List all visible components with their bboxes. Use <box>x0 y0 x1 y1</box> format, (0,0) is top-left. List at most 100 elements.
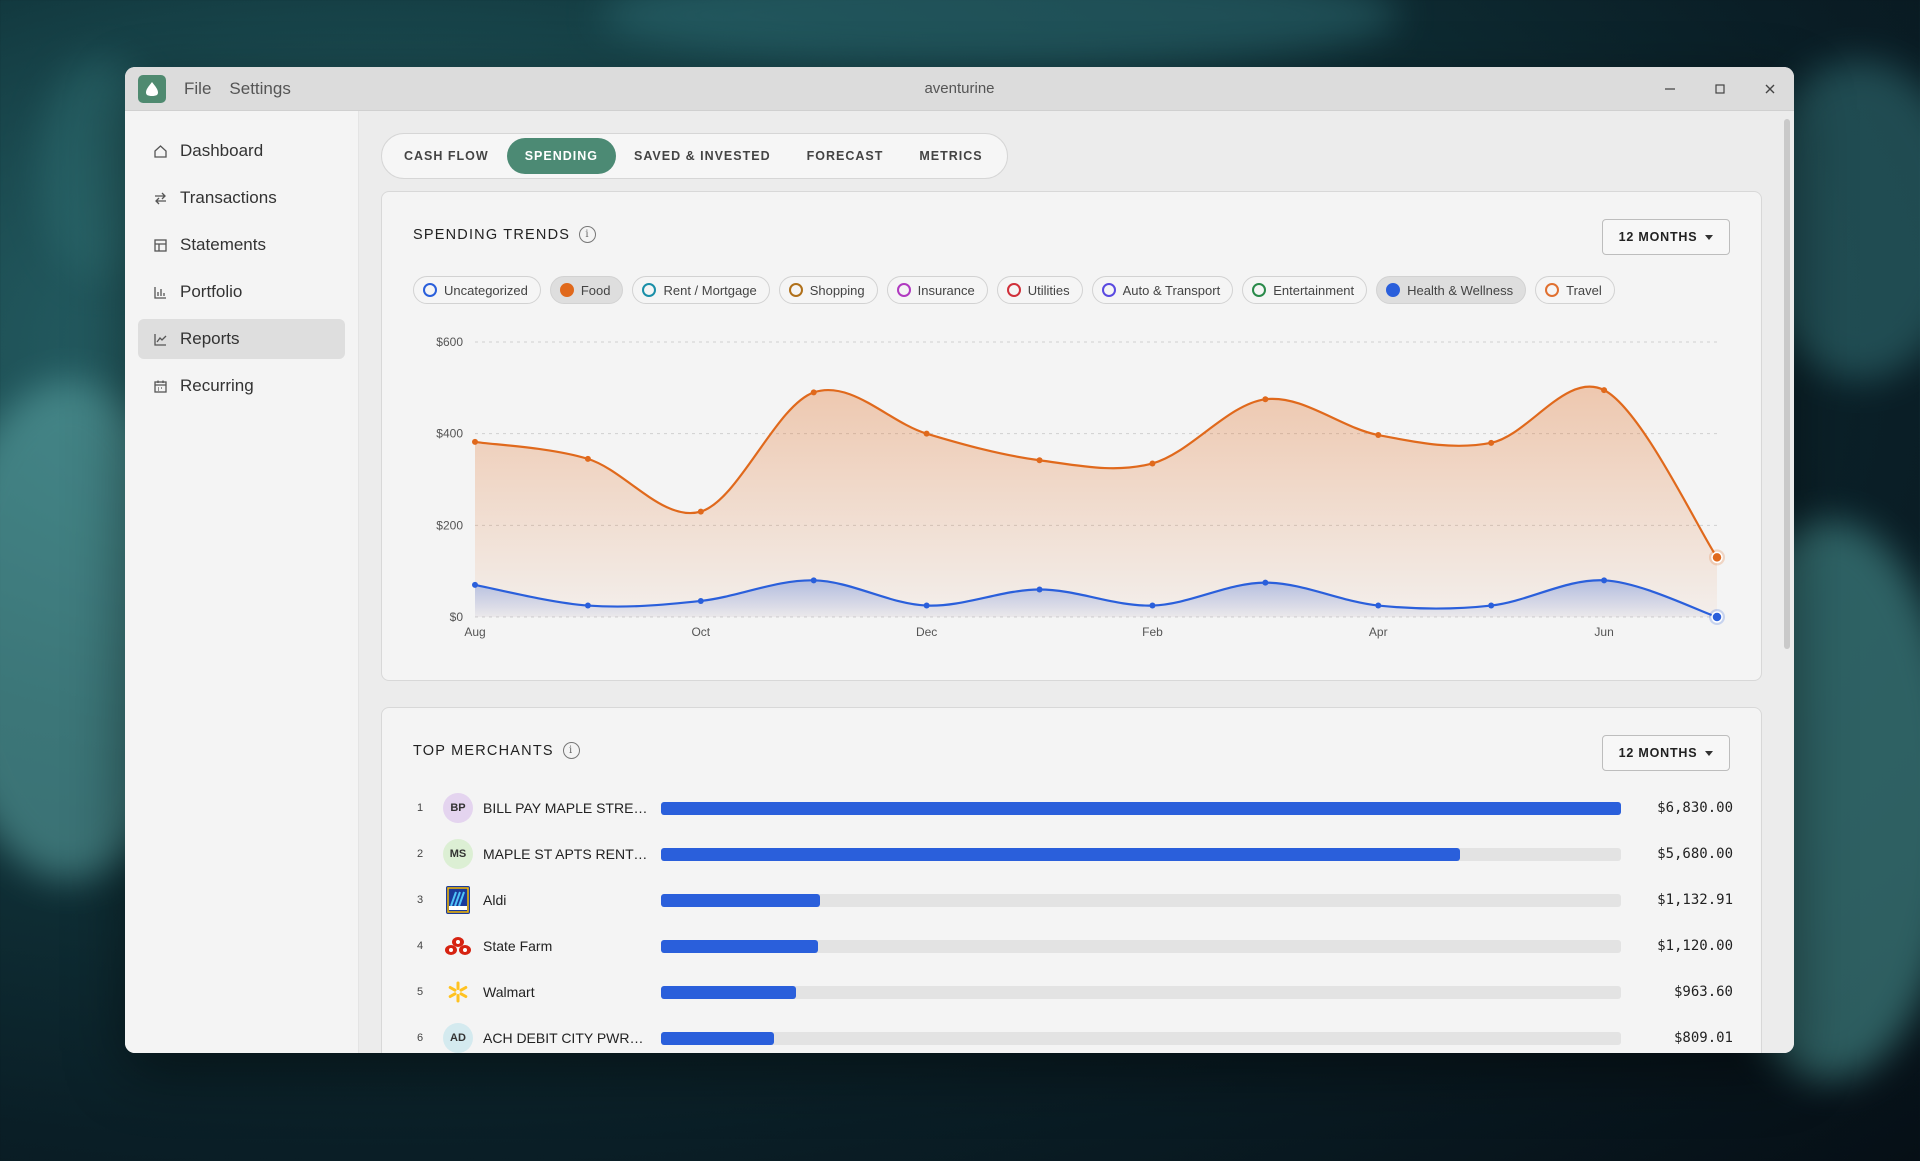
sidebar-item-label: Recurring <box>180 376 254 395</box>
top-merchants-card: TOP MERCHANTS i 12 MONTHS 1 BP BILL PAY … <box>381 707 1762 1053</box>
menu-file[interactable]: File <box>184 79 211 99</box>
point-food <box>923 430 930 437</box>
sidebar-item-transactions[interactable]: Transactions <box>138 178 345 218</box>
merchant-bar <box>661 893 821 907</box>
point-food <box>1375 432 1382 439</box>
tab-cash-flow[interactable]: CASH FLOW <box>386 138 507 174</box>
merchant-row[interactable]: 3 Aldi $1,132.91 <box>413 885 1733 915</box>
merchant-rank: 2 <box>416 848 424 860</box>
title-bar: File Settings aventurine <box>125 67 1794 111</box>
point-health-wellness <box>1601 577 1608 584</box>
merchant-bar <box>661 1031 775 1045</box>
merchant-bar-track <box>661 1031 1621 1045</box>
merchant-bar-track <box>661 893 1621 907</box>
merchant-rank: 5 <box>416 986 424 998</box>
sidebar-item-reports[interactable]: Reports <box>138 319 345 359</box>
sidebar: Dashboard Transactions Statements Portfo… <box>125 111 359 1053</box>
table-icon <box>152 237 168 253</box>
sidebar-item-statements[interactable]: Statements <box>138 225 345 265</box>
point-health-wellness <box>1375 602 1382 609</box>
point-health-wellness <box>1488 602 1495 609</box>
merchant-row[interactable]: 5 Walmart $963.60 <box>413 977 1733 1007</box>
home-icon <box>152 143 168 159</box>
point-food <box>810 389 817 396</box>
range-dropdown[interactable]: 12 MONTHS <box>1602 735 1730 771</box>
merchant-bar-track <box>661 939 1621 953</box>
minimize-icon[interactable] <box>1662 81 1678 97</box>
point-food <box>1262 396 1269 403</box>
point-health-wellness <box>923 602 930 609</box>
merchant-name: MAPLE ST APTS RENT P... <box>483 846 650 862</box>
merchant-avatar: AD <box>443 1023 473 1053</box>
y-tick-label: $0 <box>450 610 464 624</box>
y-tick-label: $600 <box>436 335 463 349</box>
point-food <box>1149 460 1156 467</box>
aldi-logo-icon <box>446 886 470 914</box>
tab-metrics[interactable]: METRICS <box>901 138 1000 174</box>
spending-trends-card: SPENDING TRENDS i 12 MONTHS Uncategorize… <box>381 191 1762 681</box>
sidebar-item-label: Reports <box>180 329 240 348</box>
point-food <box>1711 551 1723 564</box>
point-food <box>697 508 704 515</box>
merchant-name: ACH DEBIT CITY PWR&L... <box>483 1030 650 1046</box>
menu-settings[interactable]: Settings <box>229 79 290 99</box>
merchant-name: Walmart <box>483 984 535 1000</box>
point-health-wellness <box>472 581 478 588</box>
merchant-bar-track <box>661 985 1621 999</box>
merchant-avatar: BP <box>443 793 473 823</box>
state-farm-logo-icon <box>443 931 473 961</box>
merchant-rank: 6 <box>416 1032 424 1044</box>
card-title: TOP MERCHANTS <box>413 742 554 759</box>
point-food <box>1488 439 1495 446</box>
point-food <box>584 455 591 462</box>
app-logo-icon[interactable] <box>138 74 166 103</box>
merchant-row[interactable]: 6 AD ACH DEBIT CITY PWR&L... $809.01 <box>413 1023 1733 1053</box>
x-tick-label: Dec <box>916 625 937 639</box>
merchant-bar <box>661 939 819 953</box>
window-title: aventurine <box>924 80 995 97</box>
point-health-wellness <box>810 577 817 584</box>
maximize-icon[interactable] <box>1712 81 1728 97</box>
sidebar-item-portfolio[interactable]: Portfolio <box>138 272 345 312</box>
merchant-bar <box>661 801 1621 815</box>
merchant-amount: $809.01 <box>1673 1030 1733 1046</box>
report-tabs: CASH FLOW SPENDING SAVED & INVESTED FORE… <box>381 133 1008 179</box>
merchant-avatar: MS <box>443 839 473 869</box>
merchant-name: BILL PAY MAPLE STREET ... <box>483 800 650 816</box>
merchant-amount: $1,132.91 <box>1657 892 1733 908</box>
x-tick-label: Apr <box>1369 625 1388 639</box>
point-food <box>1601 387 1608 394</box>
sidebar-item-label: Statements <box>180 235 266 254</box>
sidebar-item-dashboard[interactable]: Dashboard <box>138 131 345 171</box>
tab-forecast[interactable]: FORECAST <box>789 138 902 174</box>
point-food <box>1036 457 1043 464</box>
background-wave <box>600 0 1400 70</box>
sidebar-item-label: Transactions <box>180 188 277 207</box>
merchant-rank: 4 <box>416 940 424 952</box>
tab-saved-invested[interactable]: SAVED & INVESTED <box>616 138 789 174</box>
point-health-wellness <box>697 597 704 604</box>
info-icon[interactable]: i <box>562 742 580 759</box>
merchant-rank: 3 <box>416 894 424 906</box>
merchant-rank: 1 <box>416 802 424 814</box>
y-tick-label: $400 <box>436 427 463 441</box>
main-content: CASH FLOW SPENDING SAVED & INVESTED FORE… <box>359 111 1794 1053</box>
close-icon[interactable] <box>1762 81 1778 97</box>
merchant-bar-track <box>661 801 1621 815</box>
point-health-wellness <box>1036 586 1043 593</box>
merchant-row[interactable]: 4 State Farm $1,120.00 <box>413 931 1733 961</box>
sidebar-item-recurring[interactable]: Recurring <box>138 366 345 406</box>
merchant-row[interactable]: 2 MS MAPLE ST APTS RENT P... $5,680.00 <box>413 839 1733 869</box>
x-tick-label: Oct <box>691 625 710 639</box>
merchant-row[interactable]: 1 BP BILL PAY MAPLE STREET ... $6,830.00 <box>413 793 1733 823</box>
merchant-name: State Farm <box>483 938 553 954</box>
merchant-amount: $963.60 <box>1673 984 1733 1000</box>
tab-spending[interactable]: SPENDING <box>506 138 616 174</box>
merchant-bar <box>661 847 1460 861</box>
caret-down-icon <box>1705 750 1714 756</box>
merchant-name: Aldi <box>483 892 507 908</box>
scrollbar[interactable] <box>1784 119 1790 649</box>
spending-trend-chart: $0 $200 $400 $600 Aug Oct Dec Feb Apr Jun <box>436 335 1725 639</box>
sidebar-item-label: Dashboard <box>180 141 264 160</box>
point-health-wellness <box>1149 602 1156 609</box>
